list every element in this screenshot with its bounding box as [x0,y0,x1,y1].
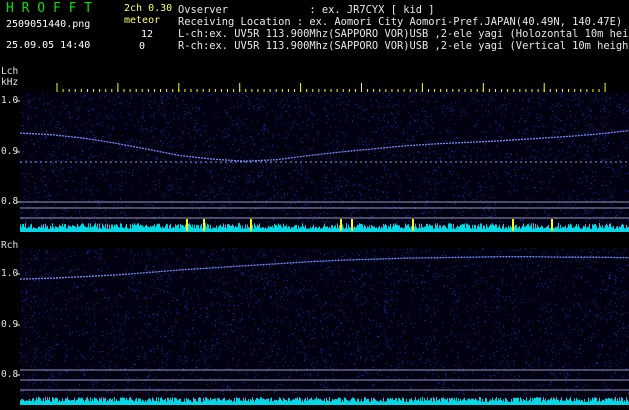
meteor-mark [340,219,342,231]
meteor-mark [351,219,353,231]
meteor-mark [512,219,514,231]
rch-spectrum-area [20,248,629,405]
meteor-mark [250,219,252,231]
meteor-mark [203,219,205,231]
meteor-mark [412,219,414,231]
spectrogram-display [16,78,629,405]
meteor-mark [186,219,188,231]
meteor-mark [551,219,553,231]
